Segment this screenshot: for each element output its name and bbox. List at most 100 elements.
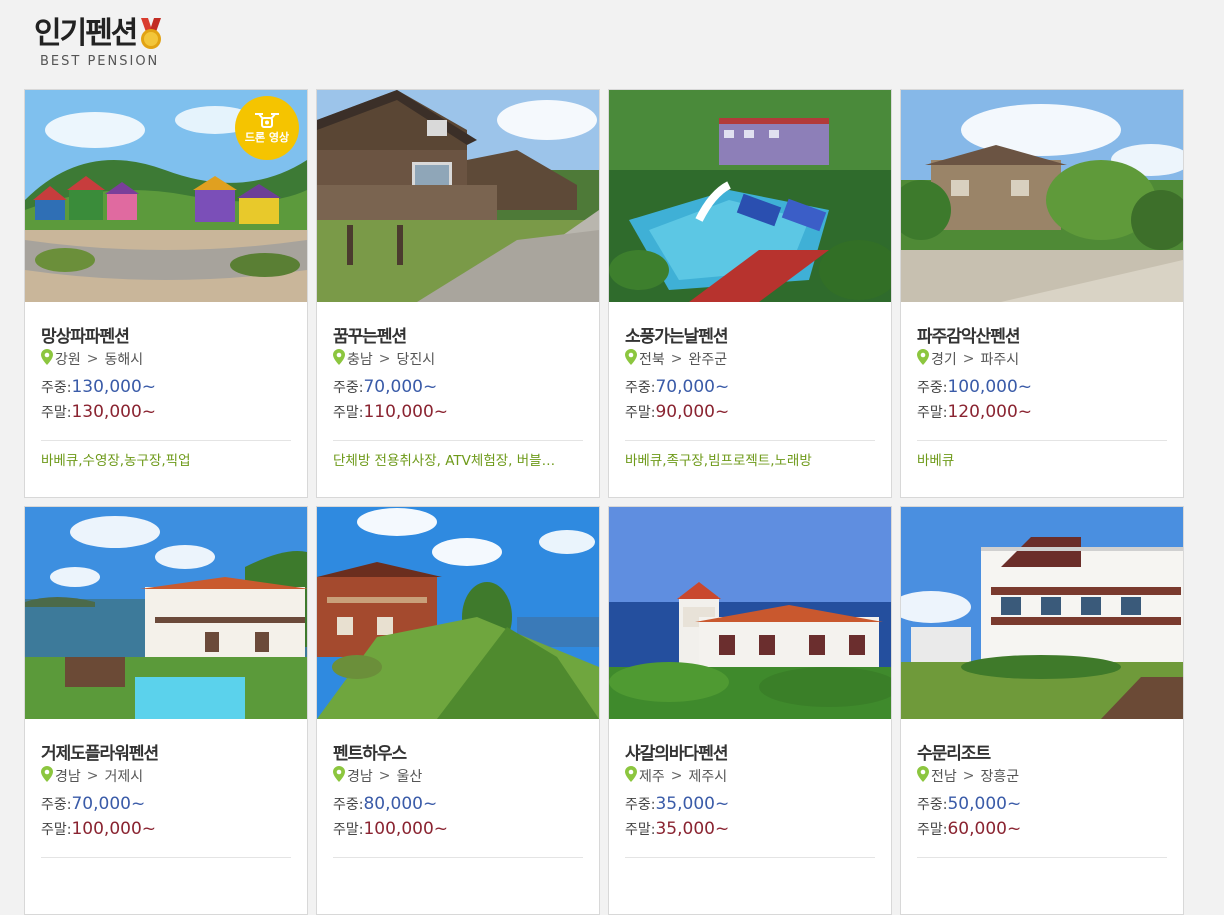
city-label: 장흥군 <box>980 769 1020 785</box>
city-label: 파주시 <box>980 352 1020 368</box>
card-divider <box>41 440 291 441</box>
amenity-tags <box>917 868 1167 888</box>
region-label: 제주 <box>639 769 665 785</box>
pension-location: 충남 > 당진시 <box>333 349 583 369</box>
amenity-tags <box>625 868 875 888</box>
pension-location: 전북 > 완주군 <box>625 349 875 369</box>
amenity-tags: 바베큐,수영장,농구장,픽업 <box>41 453 191 469</box>
amenity-tags: 단체방 전용취사장, ATV체험장, 버블… <box>333 453 556 469</box>
weekday-price-row: 주중:130,000~ <box>41 375 291 400</box>
weekend-label: 주말: <box>917 822 948 838</box>
pension-card[interactable]: 수문리조트 전남 > 장흥군 주중:50,000~ 주말:60,000~ <box>900 506 1184 915</box>
chevron-right-icon: > <box>378 768 391 784</box>
pension-photo[interactable] <box>609 507 891 719</box>
weekday-price: 70,000~ <box>363 377 438 397</box>
drone-video-badge[interactable]: 드론 영상 <box>235 96 299 160</box>
region-label: 전남 <box>931 769 957 785</box>
badge-label: 드론 영상 <box>244 131 290 144</box>
amenity-tags <box>41 868 291 888</box>
weekend-label: 주말: <box>625 822 656 838</box>
card-divider <box>41 857 291 858</box>
weekday-price-row: 주중:70,000~ <box>333 375 583 400</box>
pension-name[interactable]: 샤갈의바다펜션 <box>625 743 875 765</box>
section-subtitle: BEST PENSION <box>40 54 160 69</box>
weekend-price: 120,000~ <box>947 402 1033 422</box>
pension-card[interactable]: 드론 영상 망상파파펜션 강원 > 동해시 주중:130,000~ 주말:130,000~ 바… <box>24 89 308 498</box>
weekend-label: 주말: <box>625 405 656 421</box>
pension-name[interactable]: 망상파파펜션 <box>41 326 291 348</box>
region-label: 경남 <box>55 769 81 785</box>
weekday-label: 주중: <box>333 797 364 813</box>
location-pin-icon <box>917 766 929 786</box>
region-label: 경남 <box>347 769 373 785</box>
weekend-price-row: 주말:120,000~ <box>917 400 1167 425</box>
drone-icon <box>253 111 281 129</box>
weekend-price: 100,000~ <box>363 819 449 839</box>
pension-name[interactable]: 소풍가는날펜션 <box>625 326 875 348</box>
pension-photo[interactable] <box>317 507 599 719</box>
city-label: 당진시 <box>396 352 436 368</box>
region-label: 강원 <box>55 352 81 368</box>
pension-card[interactable]: 샤갈의바다펜션 제주 > 제주시 주중:35,000~ 주말:35,000~ <box>608 506 892 915</box>
weekend-label: 주말: <box>41 405 72 421</box>
pension-photo[interactable] <box>609 90 891 302</box>
pension-location: 경남 > 거제시 <box>41 766 291 786</box>
pension-photo[interactable] <box>317 90 599 302</box>
weekday-price: 70,000~ <box>71 794 146 814</box>
weekend-price: 130,000~ <box>71 402 157 422</box>
weekday-label: 주중: <box>917 380 948 396</box>
weekday-price: 130,000~ <box>71 377 157 397</box>
pension-card[interactable]: 파주감악산펜션 경기 > 파주시 주중:100,000~ 주말:120,000~ 바베큐 <box>900 89 1184 498</box>
weekday-label: 주중: <box>333 380 364 396</box>
weekend-price: 60,000~ <box>947 819 1022 839</box>
pension-location: 경기 > 파주시 <box>917 349 1167 369</box>
weekday-price-row: 주중:35,000~ <box>625 792 875 817</box>
chevron-right-icon: > <box>378 351 391 367</box>
card-divider <box>917 440 1167 441</box>
chevron-right-icon: > <box>670 768 683 784</box>
pension-photo[interactable] <box>901 507 1183 719</box>
pension-name[interactable]: 꿈꾸는펜션 <box>333 326 583 348</box>
pension-location: 제주 > 제주시 <box>625 766 875 786</box>
amenity-tags: 바베큐,족구장,빔프로젝트,노래방 <box>625 453 812 469</box>
chevron-right-icon: > <box>86 768 99 784</box>
weekend-price: 90,000~ <box>655 402 730 422</box>
weekend-price-row: 주말:60,000~ <box>917 817 1167 842</box>
pension-name[interactable]: 파주감악산펜션 <box>917 326 1167 348</box>
pension-photo[interactable]: 드론 영상 <box>25 90 307 302</box>
weekend-label: 주말: <box>333 822 364 838</box>
weekend-price: 110,000~ <box>363 402 449 422</box>
section-title: 인기펜션 <box>34 16 138 51</box>
region-label: 충남 <box>347 352 373 368</box>
pension-name[interactable]: 펜트하우스 <box>333 743 583 765</box>
weekend-price-row: 주말:90,000~ <box>625 400 875 425</box>
location-pin-icon <box>333 349 345 369</box>
chevron-right-icon: > <box>670 351 683 367</box>
city-label: 동해시 <box>104 352 144 368</box>
card-divider <box>625 440 875 441</box>
weekend-price-row: 주말:130,000~ <box>41 400 291 425</box>
city-label: 완주군 <box>688 352 728 368</box>
weekday-price: 50,000~ <box>947 794 1022 814</box>
pension-name[interactable]: 수문리조트 <box>917 743 1167 765</box>
weekday-price-row: 주중:80,000~ <box>333 792 583 817</box>
chevron-right-icon: > <box>962 768 975 784</box>
weekday-price: 35,000~ <box>655 794 730 814</box>
card-divider <box>625 857 875 858</box>
weekday-price-row: 주중:70,000~ <box>41 792 291 817</box>
pension-photo[interactable] <box>901 90 1183 302</box>
location-pin-icon <box>625 349 637 369</box>
pension-card[interactable]: 소풍가는날펜션 전북 > 완주군 주중:70,000~ 주말:90,000~ 바베큐,족구장… <box>608 89 892 498</box>
pension-grid: 드론 영상 망상파파펜션 강원 > 동해시 주중:130,000~ 주말:130,000~ 바… <box>24 89 1184 915</box>
pension-name[interactable]: 거제도플라워펜션 <box>41 743 291 765</box>
pension-card[interactable]: 꿈꾸는펜션 충남 > 당진시 주중:70,000~ 주말:110,000~ 단체방 전용취사… <box>316 89 600 498</box>
weekend-price-row: 주말:110,000~ <box>333 400 583 425</box>
weekday-price-row: 주중:100,000~ <box>917 375 1167 400</box>
pension-photo[interactable] <box>25 507 307 719</box>
pension-card[interactable]: 펜트하우스 경남 > 울산 주중:80,000~ 주말:100,000~ <box>316 506 600 915</box>
pension-location: 전남 > 장흥군 <box>917 766 1167 786</box>
pension-card[interactable]: 거제도플라워펜션 경남 > 거제시 주중:70,000~ 주말:100,000~ <box>24 506 308 915</box>
amenity-tags <box>333 868 583 888</box>
weekend-label: 주말: <box>917 405 948 421</box>
weekday-label: 주중: <box>41 797 72 813</box>
